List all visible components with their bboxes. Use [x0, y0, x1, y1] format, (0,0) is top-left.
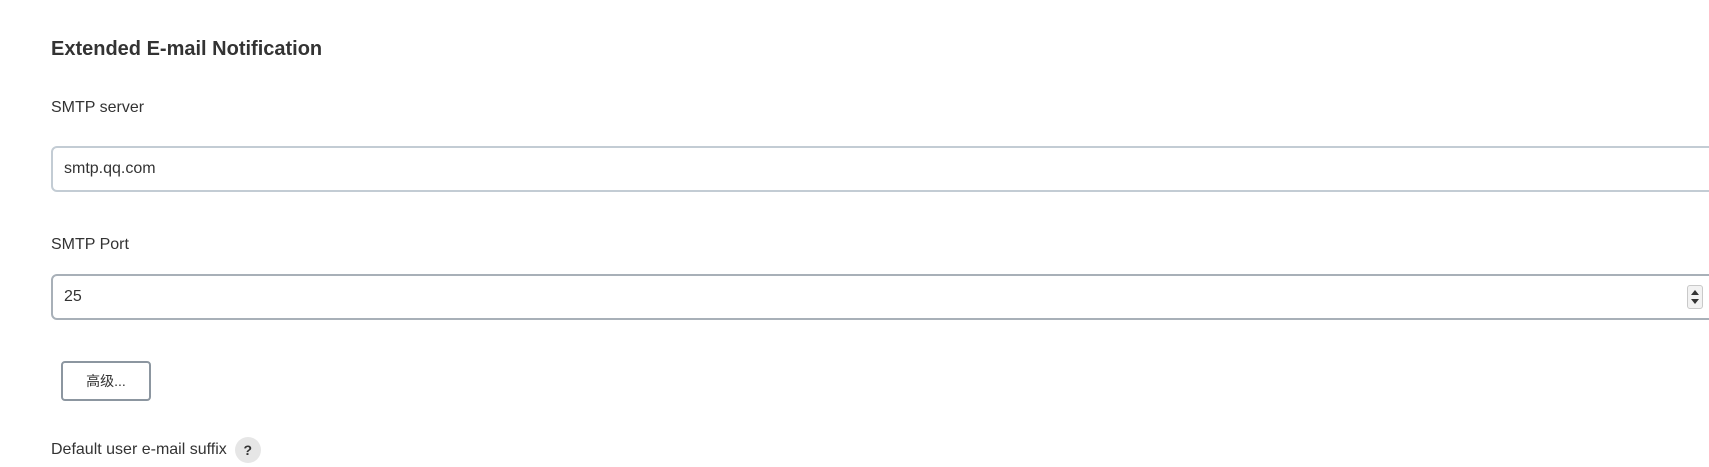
- section-title: Extended E-mail Notification: [51, 38, 323, 60]
- number-spinner-icon[interactable]: [1687, 285, 1703, 309]
- extended-email-notification-section: Extended E-mail Notification SMTP server…: [51, 0, 1709, 467]
- smtp-port-field-wrap: 25: [51, 274, 1709, 324]
- default-user-email-suffix-label: Default user e-mail suffix: [51, 441, 227, 458]
- smtp-server-field-wrap: smtp.qq.com: [51, 146, 1709, 196]
- smtp-server-label: SMTP server: [51, 99, 145, 116]
- question-mark-icon[interactable]: ?: [234, 437, 261, 463]
- smtp-port-label: SMTP Port: [51, 236, 129, 253]
- spinner-down-arrow-icon[interactable]: [1691, 299, 1699, 304]
- spinner-up-arrow-icon[interactable]: [1691, 290, 1699, 295]
- smtp-port-input[interactable]: 25: [51, 274, 1709, 320]
- advanced-button[interactable]: 高级...: [61, 361, 151, 401]
- default-user-email-suffix-row: Default user e-mail suffix?: [51, 437, 261, 463]
- smtp-server-input[interactable]: smtp.qq.com: [51, 146, 1709, 192]
